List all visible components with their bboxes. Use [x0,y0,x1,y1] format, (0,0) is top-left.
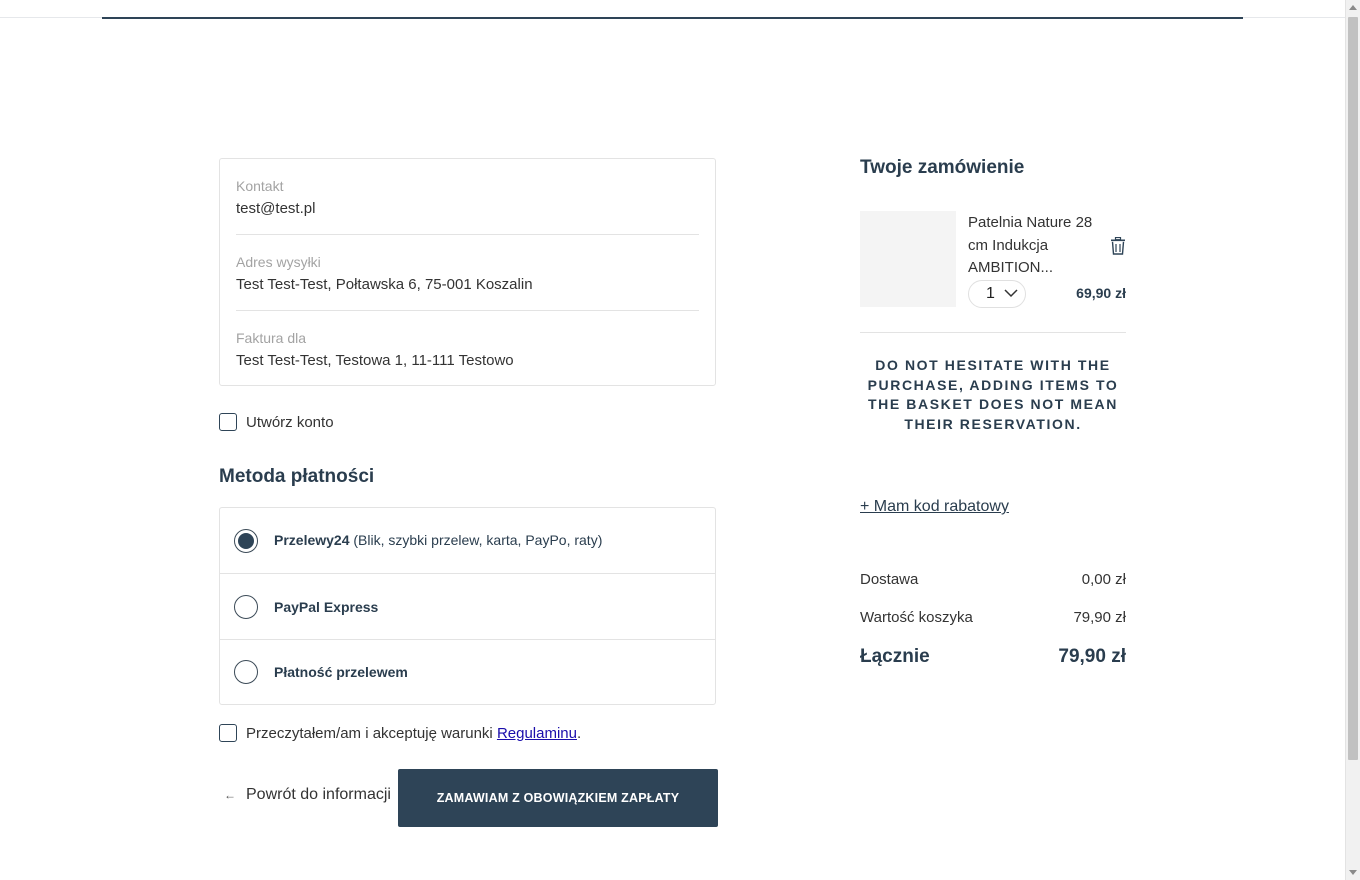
product-image[interactable] [860,211,956,307]
terms-text: Przeczytałem/am i akceptuję warunki [246,724,497,742]
contact-row: Kontakt test@test.pl [236,159,699,235]
payment-method-list: Przelewy24 (Blik, szybki przelew, karta,… [219,507,716,705]
back-link-label: Powrót do informacji [246,786,391,803]
arrow-left-icon: ← [224,788,236,802]
invoice-value: Test Test-Test, Testowa 1, 11-111 Testow… [236,352,514,369]
grand-total-value: 79,90 zł [1058,646,1126,667]
terms-suffix: . [576,724,582,742]
shipping-cost-value: 0,00 zł [1081,571,1126,588]
back-to-information-link[interactable]: ← Powrót do informacji [224,786,391,804]
payment-option-name: Płatność przelewem [274,664,408,680]
payment-option-paypal[interactable]: PayPal Express [220,574,715,640]
contact-value: test@test.pl [236,200,316,217]
terms-link[interactable]: Regulaminu [497,725,577,742]
create-account-label: Utwórz konto [246,413,334,431]
payment-option-name: PayPal Express [274,598,379,615]
product-price: 69,90 zł [1076,285,1126,301]
payment-option-description: (Blik, szybki przelew, karta, PayPo, rat… [349,531,603,548]
contact-label: Kontakt [236,178,284,194]
create-account-option[interactable]: Utwórz konto [219,413,334,431]
scroll-up-icon[interactable] [1349,5,1357,10]
scroll-down-icon[interactable] [1349,870,1357,875]
cart-value-label: Wartość koszyka [860,609,973,626]
basket-notice: Do not hesitate with the purchase, addin… [867,357,1119,433]
order-title: Twoje zamówienie [860,157,1025,178]
cart-value-amount: 79,90 zł [1073,609,1126,626]
checkout-page: Kontakt test@test.pl Adres wysyłki Test … [0,0,1360,880]
shipping-address-row: Adres wysyłki Test Test-Test, Połtawska … [236,235,699,311]
grand-total-row: Łącznie 79,90 zł [860,646,1126,668]
order-divider [860,332,1126,333]
radio-transfer[interactable] [234,660,258,684]
payment-method-heading: Metoda płatności [219,466,375,487]
shipping-address-label: Adres wysyłki [236,254,321,270]
discount-code-link[interactable]: + Mam kod rabatowy [860,498,1009,516]
grand-total-label: Łącznie [860,646,930,667]
payment-option-transfer[interactable]: Płatność przelewem [220,640,715,704]
cart-value-row: Wartość koszyka 79,90 zł [860,609,1126,626]
shipping-cost-label: Dostawa [860,571,919,588]
quantity-select[interactable]: 1 [968,280,1026,308]
checkout-summary: Kontakt test@test.pl Adres wysyłki Test … [219,158,716,386]
shipping-address-value: Test Test-Test, Połtawska 6, 75-001 Kosz… [236,276,533,293]
terms-option: Przeczytałem/am i akceptuję warunki Regu… [219,724,581,742]
chevron-down-icon [1004,289,1018,298]
quantity-value: 1 [986,285,995,302]
terms-label: Przeczytałem/am i akceptuję warunki Regu… [246,725,581,742]
page-scrollbar[interactable] [1345,0,1360,880]
invoice-row: Faktura dla Test Test-Test, Testowa 1, 1… [236,311,699,387]
scrollbar-thumb[interactable] [1348,17,1358,760]
payment-option-name: Przelewy24 [274,531,350,548]
radio-paypal[interactable] [234,594,258,619]
create-account-checkbox[interactable] [219,413,237,431]
terms-checkbox[interactable] [219,724,237,742]
payment-option-przelewy24[interactable]: Przelewy24 (Blik, szybki przelew, karta,… [220,508,715,574]
product-name[interactable]: Patelnia Nature 28 cm Indukcja AMBITION.… [968,212,1100,280]
shipping-cost-row: Dostawa 0,00 zł [860,571,1126,588]
radio-przelewy24[interactable] [234,528,258,553]
place-order-button[interactable]: ZAMAWIAM Z OBOWIĄZKIEM ZAPŁATY [398,769,718,827]
checkout-progress-bar [102,17,1243,19]
invoice-label: Faktura dla [236,330,307,346]
trash-icon[interactable] [1110,237,1126,255]
